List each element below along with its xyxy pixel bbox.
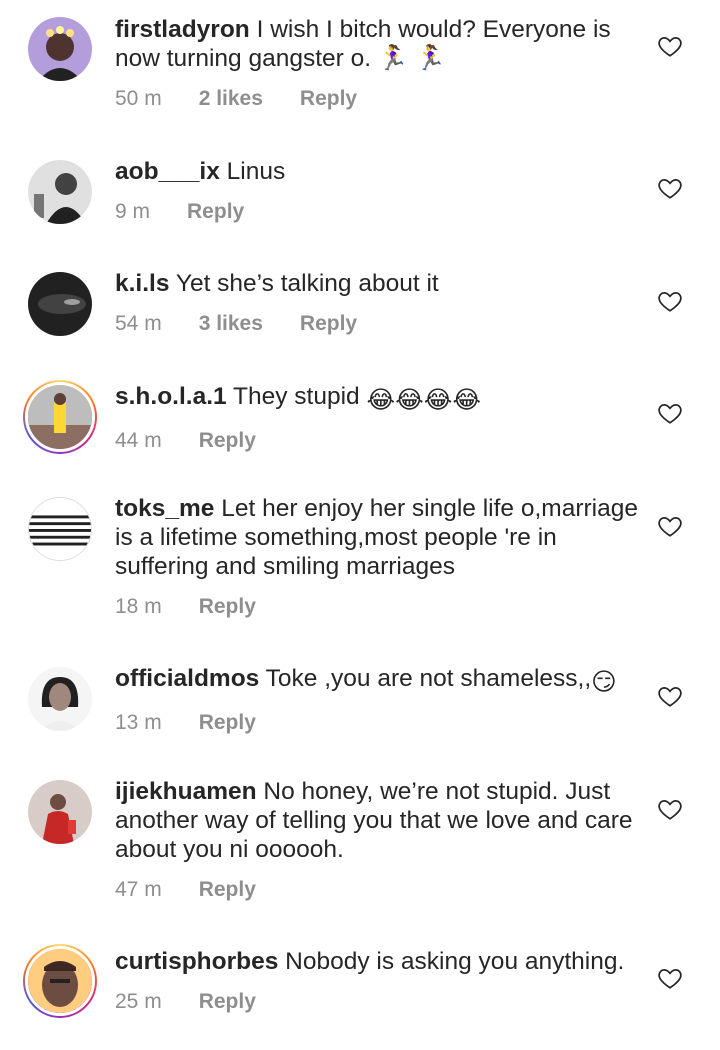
comment-time: 54 m (115, 312, 162, 335)
comment-content: They stupid (226, 383, 367, 410)
smirk-emoji: 😏 (591, 669, 617, 696)
comment-likes[interactable]: 3 likes (199, 312, 263, 336)
comment-content: Linus (219, 158, 286, 185)
comment-text: toks_me Let her enjoy her single life o,… (115, 494, 645, 581)
heart-outline-icon[interactable] (657, 175, 683, 201)
reply-button[interactable]: Reply (199, 878, 256, 902)
comment-username[interactable]: aob___ix (115, 158, 220, 185)
comment-text: firstladyron I wish I bitch would? Every… (115, 15, 645, 73)
reply-button[interactable]: Reply (199, 595, 256, 619)
comment-username[interactable]: toks_me (115, 495, 214, 522)
comment-username[interactable]: curtisphorbes (115, 948, 278, 975)
comment-text: aob___ix Linus (115, 157, 645, 186)
comment-meta: 9 m Reply (115, 200, 645, 224)
avatar-image (28, 497, 92, 561)
laughing-emoji: 😂😂😂😂 (366, 387, 481, 414)
comment-text: s.h.o.l.a.1 They stupid 😂😂😂😂 (115, 382, 645, 415)
reply-button[interactable]: Reply (300, 312, 357, 336)
comment-content: Yet she’s talking about it (169, 270, 439, 297)
avatar[interactable] (26, 15, 94, 83)
avatar-image (28, 780, 92, 844)
comment-text: officialdmos Toke ,you are not shameless… (115, 664, 645, 697)
reply-button[interactable]: Reply (199, 990, 256, 1014)
reply-button[interactable]: Reply (199, 711, 256, 735)
reply-button[interactable]: Reply (199, 429, 256, 453)
heart-outline-icon[interactable] (657, 513, 683, 539)
comment-meta: 47 m Reply (115, 878, 645, 902)
comment-time: 25 m (115, 990, 162, 1013)
heart-outline-icon[interactable] (657, 683, 683, 709)
avatar-image (28, 667, 92, 731)
heart-outline-icon[interactable] (657, 288, 683, 314)
avatar-image (28, 17, 92, 81)
comment-text: ijiekhuamen No honey, we’re not stupid. … (115, 777, 645, 864)
avatar[interactable] (26, 495, 94, 563)
comment-text: k.i.ls Yet she’s talking about it (115, 269, 645, 298)
heart-outline-icon[interactable] (657, 796, 683, 822)
comment-meta: 44 m Reply (115, 429, 645, 453)
comment-time: 9 m (115, 200, 151, 223)
comment-time: 18 m (115, 595, 162, 618)
comment-time: 50 m (115, 87, 162, 110)
comment-meta: 50 m 2 likes Reply (115, 87, 645, 111)
avatar[interactable] (26, 665, 94, 733)
comments-list: firstladyron I wish I bitch would? Every… (0, 0, 720, 1050)
heart-outline-icon[interactable] (657, 33, 683, 59)
avatar-image (28, 272, 92, 336)
comment-time: 47 m (115, 878, 162, 901)
reply-button[interactable]: Reply (187, 200, 244, 224)
comment-likes[interactable]: 2 likes (199, 87, 263, 111)
avatar-image (28, 160, 92, 224)
comment-meta: 18 m Reply (115, 595, 645, 619)
reply-button[interactable]: Reply (300, 87, 357, 111)
comment-username[interactable]: ijiekhuamen (115, 778, 257, 805)
comment-meta: 25 m Reply (115, 990, 645, 1014)
heart-outline-icon[interactable] (657, 965, 683, 991)
avatar[interactable] (26, 778, 94, 846)
avatar-story-ring[interactable] (23, 944, 97, 1018)
avatar[interactable] (26, 270, 94, 338)
avatar[interactable] (26, 158, 94, 226)
comment-time: 13 m (115, 711, 162, 734)
comment-content: Nobody is asking you anything. (278, 948, 625, 975)
comment-meta: 54 m 3 likes Reply (115, 312, 645, 336)
comment-meta: 13 m Reply (115, 711, 645, 735)
comment-text: curtisphorbes Nobody is asking you anyth… (115, 947, 645, 976)
heart-outline-icon[interactable] (657, 400, 683, 426)
comment-username[interactable]: firstladyron (115, 16, 250, 43)
comment-time: 44 m (115, 429, 162, 452)
avatar-story-ring[interactable] (23, 380, 97, 454)
comment-username[interactable]: officialdmos (115, 665, 259, 692)
avatar-image (28, 385, 92, 449)
comment-content: Toke ,you are not shameless,, (259, 665, 592, 692)
comment-username[interactable]: s.h.o.l.a.1 (115, 383, 227, 410)
avatar-image (28, 949, 92, 1013)
comment-username[interactable]: k.i.ls (115, 270, 169, 297)
